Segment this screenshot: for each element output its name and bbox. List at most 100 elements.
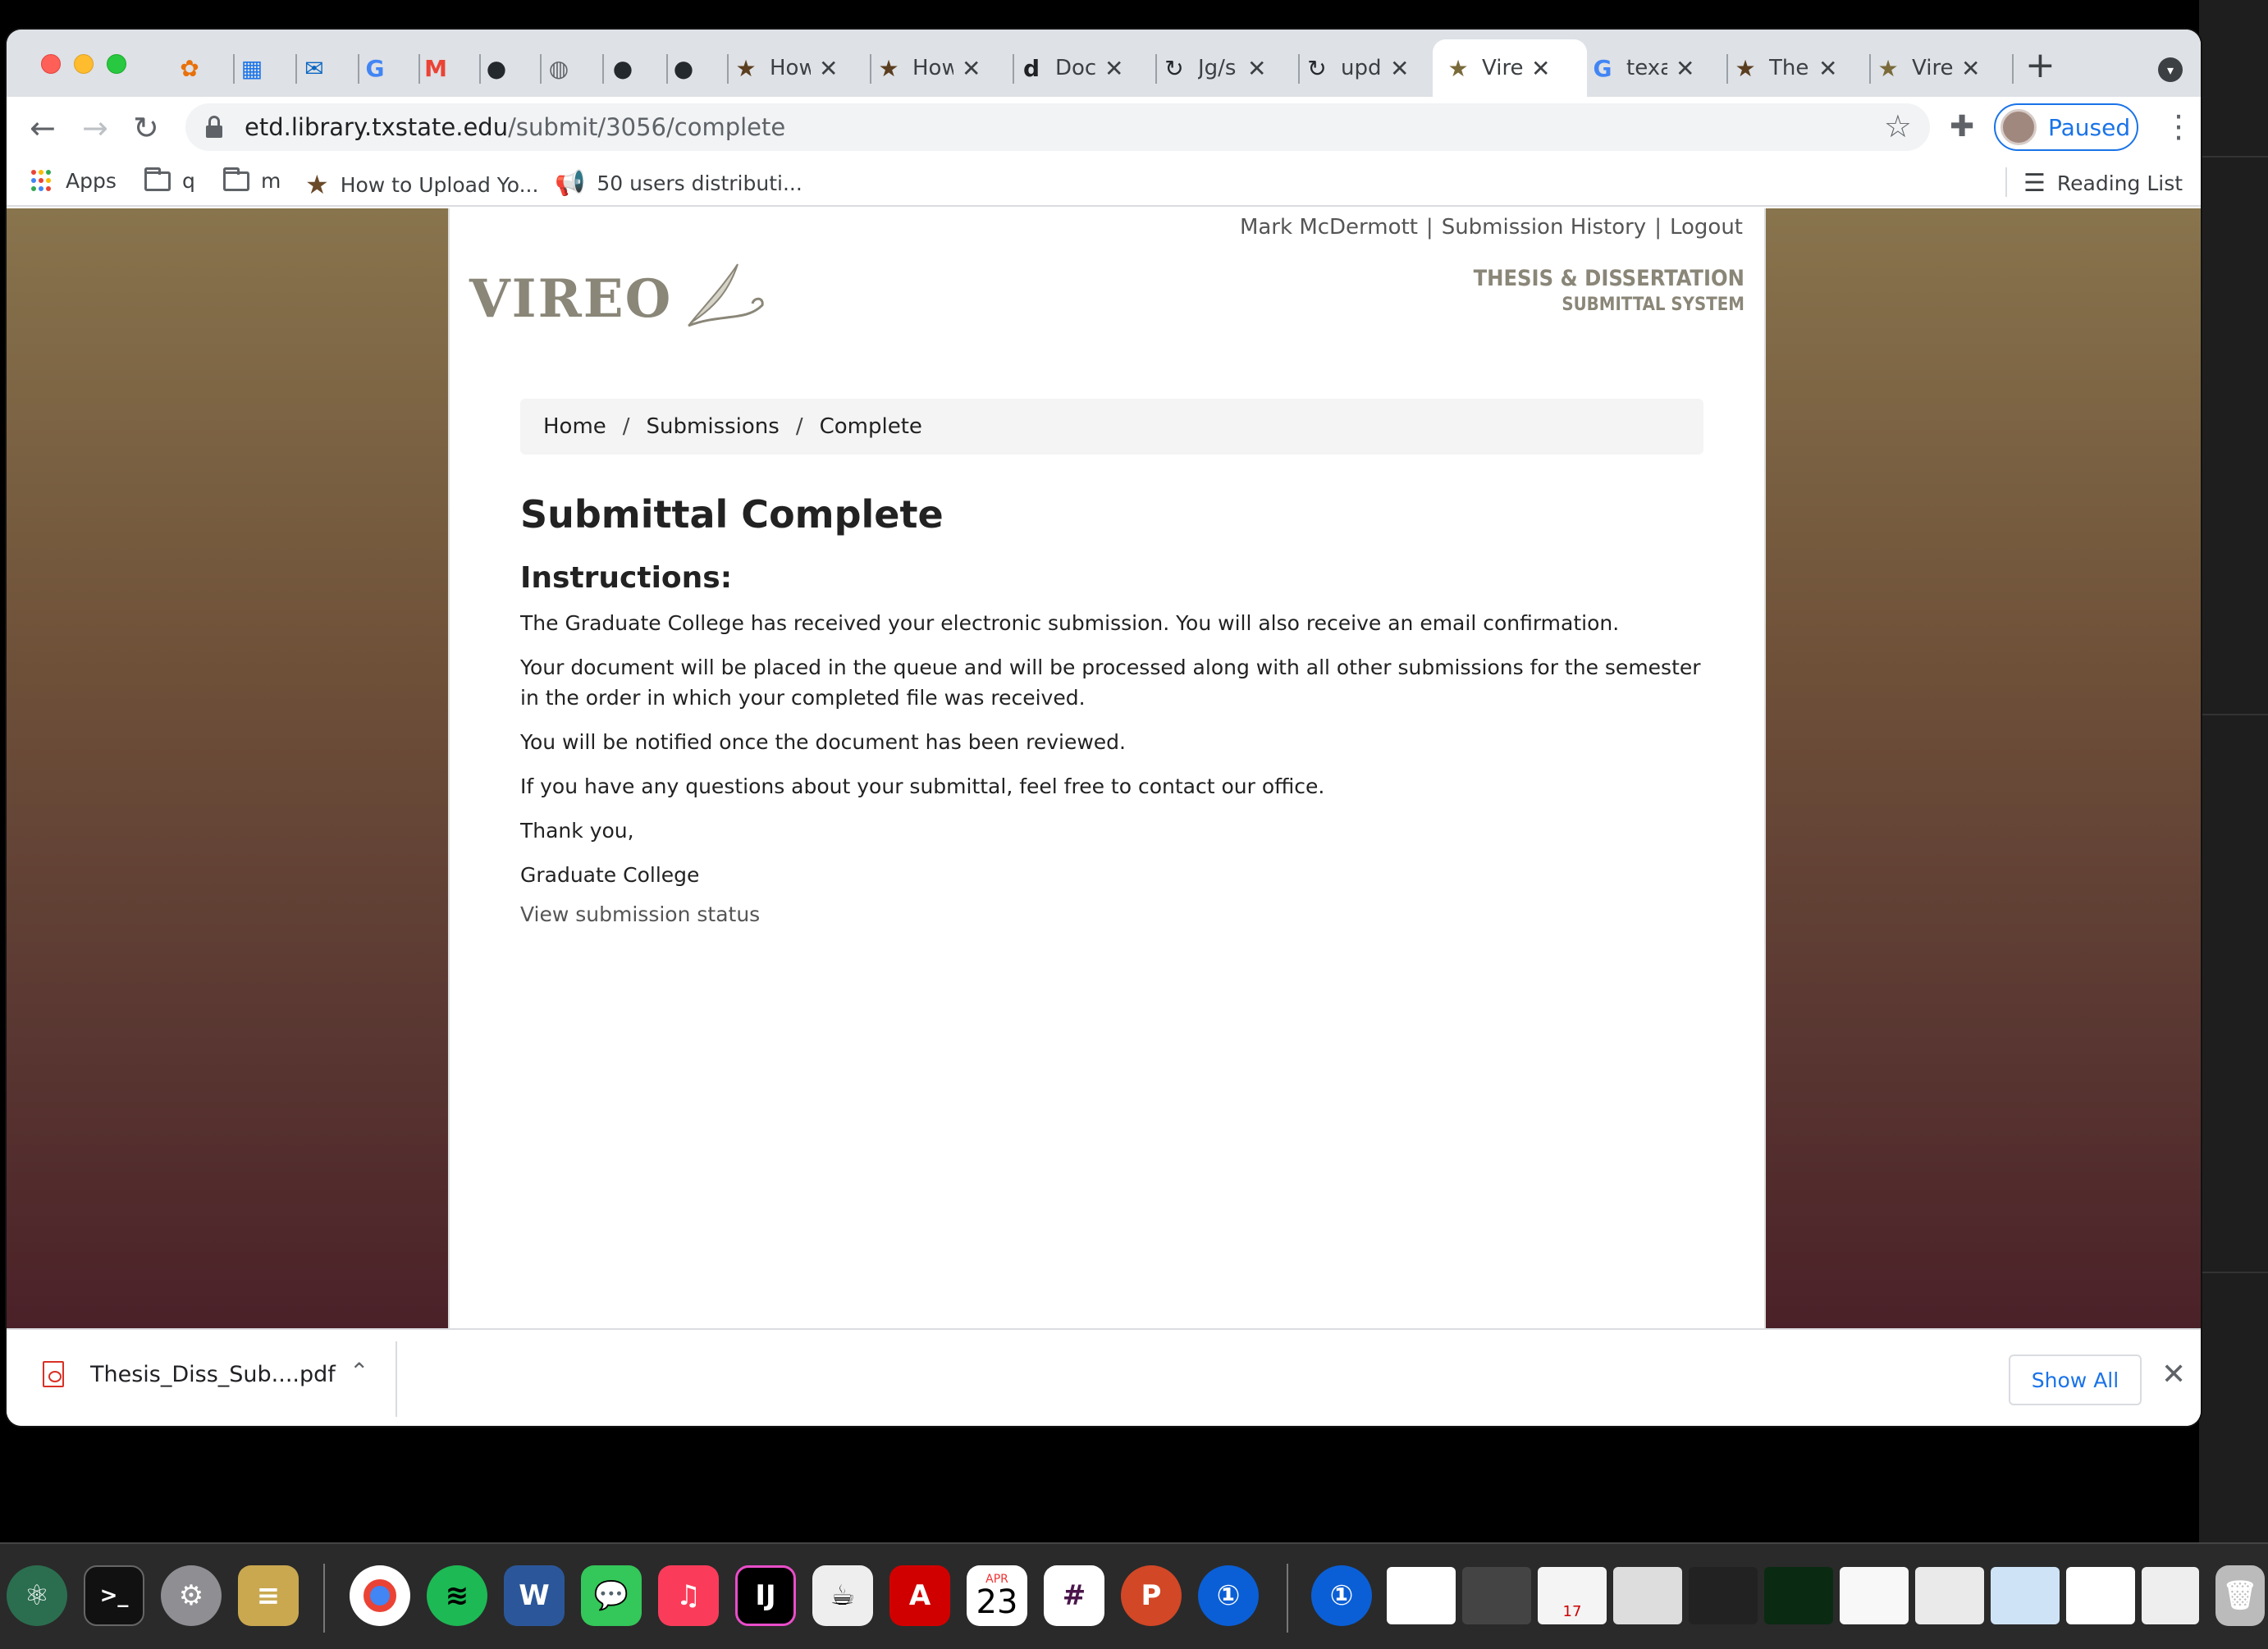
close-tab-icon[interactable]: ✕ <box>819 55 838 82</box>
window-thumbnail[interactable] <box>1991 1567 2060 1624</box>
browser-tab[interactable]: ▦ <box>238 39 300 97</box>
view-submission-status-link[interactable]: View submission status <box>520 902 1703 926</box>
reading-list-button[interactable]: ☰ Reading List <box>2023 169 2183 198</box>
chevron-up-icon[interactable]: ⌃ <box>350 1358 368 1385</box>
browser-tab[interactable]: ● <box>609 39 671 97</box>
browser-tab[interactable]: ✿ <box>176 39 238 97</box>
tab-separator <box>1726 54 1728 84</box>
browser-tab[interactable]: ★ How ✕ <box>732 39 875 97</box>
spotify-app-icon[interactable]: ≋ <box>427 1565 487 1626</box>
close-tab-icon[interactable]: ✕ <box>1531 55 1550 82</box>
submission-history-link[interactable]: Submission History <box>1442 215 1647 240</box>
new-tab-button[interactable]: + <box>2025 44 2055 86</box>
powerpoint-app-icon[interactable]: P <box>1121 1565 1182 1626</box>
word-app-icon[interactable]: W <box>504 1565 565 1626</box>
browser-tab[interactable]: d Doc ✕ <box>1017 39 1160 97</box>
close-tab-icon[interactable]: ✕ <box>1390 55 1409 82</box>
bookmark-50-users[interactable]: 📢 50 users distributi... <box>555 169 802 198</box>
reload-icon[interactable]: ↻ <box>133 110 159 146</box>
apps-grid-icon <box>31 169 54 193</box>
bookmark-folder-m[interactable]: m <box>223 167 281 193</box>
browser-tab[interactable]: ✉ <box>300 39 363 97</box>
close-tab-icon[interactable]: ✕ <box>1247 55 1266 82</box>
java-app-icon[interactable]: ☕ <box>812 1565 873 1626</box>
tab-title: Doc <box>1055 56 1096 80</box>
atom-app-icon[interactable]: ⚛ <box>7 1565 67 1626</box>
tab-search-icon[interactable]: ▾ <box>2158 57 2183 82</box>
page-container: Mark McDermott | Submission History | Logout… <box>448 208 1766 1328</box>
browser-tab[interactable]: ● <box>670 39 732 97</box>
browser-tab[interactable]: ↻ upd ✕ <box>1303 39 1446 97</box>
browser-tab[interactable]: Gtexa ✕ <box>1589 39 1731 97</box>
user-name-link[interactable]: Mark McDermott <box>1240 215 1418 240</box>
logout-link[interactable]: Logout <box>1670 215 1743 240</box>
forward-arrow-icon[interactable]: → <box>82 110 108 146</box>
window-thumbnail[interactable]: 17 <box>1538 1567 1607 1624</box>
vireo-logo[interactable]: VIREO <box>469 256 770 330</box>
close-tab-icon[interactable]: ✕ <box>962 55 981 82</box>
system-preferences-icon[interactable]: ⚙ <box>161 1565 222 1626</box>
bookmark-star-icon[interactable]: ☆ <box>1884 108 1912 144</box>
lock-icon[interactable] <box>205 116 223 139</box>
url-text[interactable]: etd.library.txstate.edu/submit/3056/comp… <box>245 113 785 141</box>
close-tab-icon[interactable]: ✕ <box>1104 55 1123 82</box>
slack-app-icon[interactable]: # <box>1044 1565 1104 1626</box>
zoom-window-button[interactable] <box>107 54 126 74</box>
browser-tab[interactable]: ★ The ✕ <box>1731 39 1874 97</box>
back-arrow-icon[interactable]: ← <box>30 110 56 146</box>
window-thumbnail[interactable] <box>1387 1567 1456 1624</box>
intellij-app-icon[interactable]: IJ <box>735 1565 796 1626</box>
browser-tab[interactable]: ★ Vire ✕ <box>1433 39 1587 97</box>
show-all-button[interactable]: Show All <box>2009 1354 2142 1405</box>
close-window-button[interactable] <box>41 54 61 74</box>
1password-window-icon[interactable]: ① <box>1311 1565 1372 1626</box>
bookmark-folder-q[interactable]: q <box>144 167 195 193</box>
browser-tab[interactable]: ◍ <box>545 39 607 97</box>
window-thumbnail[interactable] <box>2142 1567 2199 1624</box>
sequel-pro-icon[interactable]: ≡ <box>238 1565 299 1626</box>
paragraph-thank-you: Thank you, <box>520 819 634 843</box>
minimize-window-button[interactable] <box>74 54 94 74</box>
terminal-app-icon[interactable]: >_ <box>84 1565 144 1626</box>
close-tab-icon[interactable]: ✕ <box>1676 55 1694 82</box>
tab-separator <box>295 54 297 84</box>
browser-tab[interactable]: ★ Vire ✕ <box>1874 39 2017 97</box>
window-thumbnail[interactable] <box>2066 1567 2135 1624</box>
browser-tab[interactable]: G <box>361 39 423 97</box>
window-thumbnail[interactable] <box>1613 1567 1682 1624</box>
calendar-icon: ▦ <box>240 54 263 82</box>
calendar-app-icon[interactable]: APR 23 <box>967 1565 1027 1626</box>
bookmark-how-to-upload[interactable]: ★ How to Upload Yo... <box>305 169 538 200</box>
download-item[interactable]: Thesis_Diss_Sub....pdf <box>43 1361 336 1387</box>
browser-tab[interactable]: ● <box>482 39 545 97</box>
1password-app-icon[interactable]: ① <box>1198 1565 1259 1626</box>
browser-tab[interactable]: ↻ Jg/s ✕ <box>1160 39 1303 97</box>
breadcrumb-submissions[interactable]: Submissions <box>647 414 780 439</box>
megaphone-icon: 📢 <box>555 169 586 198</box>
paragraph-signature: Graduate College <box>520 863 700 887</box>
github-icon: ● <box>673 54 694 82</box>
window-thumbnail[interactable] <box>1689 1567 1758 1624</box>
sync-icon: ↻ <box>1164 54 1184 82</box>
bookmark-apps[interactable]: Apps <box>31 169 117 193</box>
chrome-app-icon[interactable] <box>350 1565 410 1626</box>
address-bar[interactable]: etd.library.txstate.edu/submit/3056/comp… <box>185 103 1930 151</box>
close-icon[interactable]: ✕ <box>2161 1358 2186 1391</box>
more-menu-icon[interactable]: ⋮ <box>2163 108 2194 144</box>
window-thumbnail[interactable] <box>1462 1567 1531 1624</box>
window-thumbnail[interactable] <box>1764 1567 1833 1624</box>
breadcrumb-home[interactable]: Home <box>543 414 606 439</box>
music-app-icon[interactable]: ♫ <box>658 1565 719 1626</box>
browser-tab[interactable]: ★ How ✕ <box>875 39 1017 97</box>
close-tab-icon[interactable]: ✕ <box>1818 55 1837 82</box>
acrobat-app-icon[interactable]: A <box>889 1565 950 1626</box>
profile-button[interactable]: Paused <box>1994 103 2138 151</box>
extensions-puzzle-icon[interactable]: ✚ <box>1950 110 1974 144</box>
window-thumbnail[interactable] <box>1840 1567 1909 1624</box>
star-icon: ★ <box>878 54 899 82</box>
messages-app-icon[interactable]: 💬 <box>581 1565 642 1626</box>
close-tab-icon[interactable]: ✕ <box>1961 55 1980 82</box>
window-thumbnail[interactable] <box>1915 1567 1984 1624</box>
browser-tab[interactable]: M <box>422 39 484 97</box>
trash-icon[interactable]: 🗑 <box>2215 1565 2265 1626</box>
